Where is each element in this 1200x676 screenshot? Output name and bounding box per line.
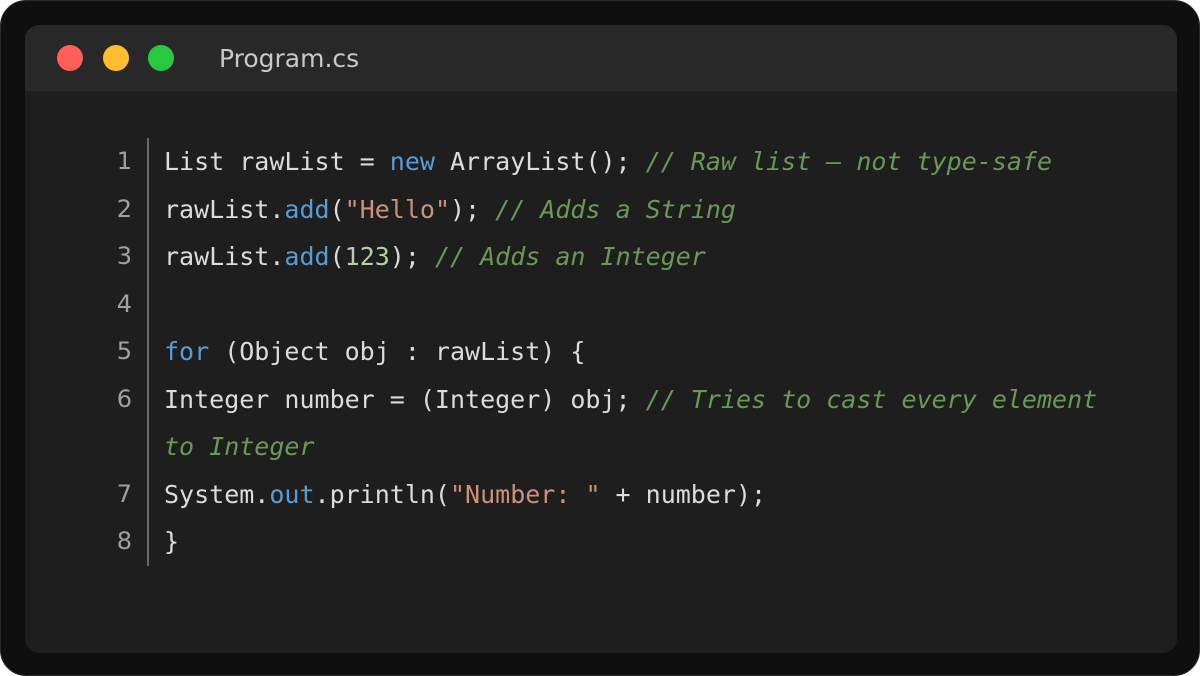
comment-token: // Raw list – not type-safe — [645, 147, 1053, 176]
line-number: 2 — [116, 194, 132, 223]
code-line: 1 List rawList = new ArrayList(); // Raw … — [25, 138, 1177, 186]
line-number: 5 — [116, 337, 132, 365]
line-content: rawList.add(123); // Adds an Integer — [147, 233, 1124, 281]
code-token: List rawList = — [164, 147, 390, 176]
code-line: 8} — [25, 518, 1177, 566]
minimize-window-button[interactable] — [103, 45, 129, 71]
code-window: Program.cs 1 List rawList = new ArrayList… — [25, 25, 1177, 653]
line-content: } — [147, 518, 1124, 566]
code-token: ( — [329, 242, 345, 271]
close-window-button[interactable] — [57, 45, 83, 71]
line-number: 8 — [116, 527, 132, 555]
string-token: "Hello" — [344, 194, 450, 224]
code-token: System. — [164, 479, 270, 509]
code-token: Integer number = (Integer) obj; — [164, 384, 646, 414]
comment-token: // Adds an Integer — [434, 242, 706, 271]
code-token: + number); — [600, 479, 767, 509]
line-number: 6 — [116, 384, 132, 413]
code-line: 2 rawList.add("Hello"); // Adds a String — [25, 185, 1177, 233]
code-token: ( — [329, 194, 345, 224]
comment-token: // Adds a String — [495, 194, 736, 224]
line-number: 4 — [116, 289, 132, 318]
code-token: ArrayList(); — [434, 147, 646, 176]
code-line: 4​ — [25, 280, 1177, 328]
line-number: 7 — [116, 479, 132, 508]
code-editor[interactable]: 1 List rawList = new ArrayList(); // Raw … — [25, 138, 1177, 566]
line-content: Integer number = (Integer) obj; // Tries… — [147, 375, 1124, 471]
code-token: .println( — [314, 479, 450, 509]
string-token: "Number: " — [449, 479, 601, 509]
code-line: 7 System.out.println("Number: " + number)… — [25, 470, 1177, 518]
keyword-token: add — [284, 242, 330, 271]
code-token: rawList. — [164, 242, 285, 271]
code-token: } — [164, 527, 180, 556]
line-content: for (Object obj : rawList) { — [147, 328, 1124, 376]
file-name-tab: Program.cs — [219, 44, 360, 73]
line-content: System.out.println("Number: " + number); — [147, 470, 1124, 518]
maximize-window-button[interactable] — [148, 45, 174, 71]
code-token: ); — [450, 194, 496, 224]
line-number: 1 — [116, 147, 132, 175]
number-token: 123 — [344, 242, 390, 271]
keyword-token: add — [284, 194, 330, 224]
line-content: rawList.add("Hello"); // Adds a String — [147, 185, 1124, 233]
keyword-token: for — [164, 337, 210, 366]
title-bar: Program.cs — [25, 25, 1177, 91]
outer-frame: Program.cs 1 List rawList = new ArrayList… — [0, 0, 1200, 676]
code-line: 6 Integer number = (Integer) obj; // Trie… — [25, 375, 1177, 471]
code-line: 5 for (Object obj : rawList) { — [25, 328, 1177, 376]
code-token: ); — [389, 242, 435, 271]
keyword-token: out — [269, 479, 315, 509]
line-number: 3 — [116, 242, 132, 270]
code-line: 3 rawList.add(123); // Adds an Integer — [25, 233, 1177, 281]
code-token: (Object obj : rawList) { — [209, 337, 586, 366]
code-token: rawList. — [164, 194, 285, 224]
line-content: ​ — [147, 280, 1124, 328]
keyword-token: new — [389, 147, 435, 176]
line-content: List rawList = new ArrayList(); // Raw l… — [147, 138, 1124, 186]
